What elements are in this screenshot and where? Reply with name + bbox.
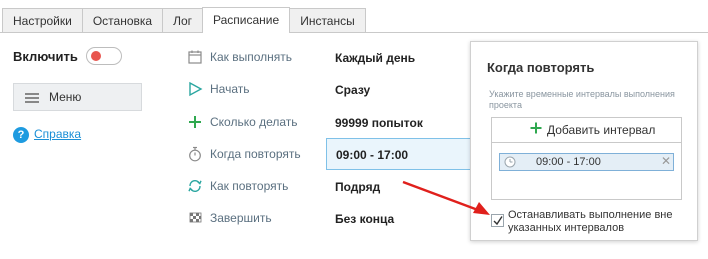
finish-flag-icon [189, 212, 202, 223]
value-finish[interactable]: Без конца [335, 212, 394, 226]
value-start[interactable]: Сразу [335, 83, 370, 97]
tab-schedule[interactable]: Расписание [202, 7, 291, 33]
interval-text: 09:00 - 17:00 [536, 156, 601, 168]
help-icon[interactable]: ? [13, 127, 29, 143]
toggle-knob [91, 51, 101, 61]
calendar-icon [188, 50, 202, 64]
add-interval-label: Добавить интервал [547, 123, 656, 137]
row-label: Сколько делать [210, 115, 298, 129]
popup-description: Укажите временные интервалы выполнения п… [489, 89, 675, 110]
plus-icon [189, 116, 201, 128]
stop-outside-checkbox[interactable] [491, 214, 504, 227]
enable-label: Включить [13, 49, 78, 64]
remove-interval-icon[interactable]: ✕ [661, 154, 671, 168]
stop-outside-label: Останавливать выполнение вне указанных и… [508, 209, 673, 234]
menu-label: Меню [49, 90, 82, 104]
row-label: Как выполнять [210, 50, 293, 64]
tab-stop[interactable]: Остановка [81, 8, 164, 32]
row-label: Как повторять [210, 179, 289, 193]
row-label: Когда повторять [210, 147, 301, 161]
tab-log[interactable]: Лог [162, 8, 204, 32]
value-when-repeat[interactable]: 09:00 - 17:00 [326, 138, 476, 170]
row-label: Начать [210, 82, 250, 96]
tab-instances[interactable]: Инстансы [289, 8, 366, 32]
enable-toggle[interactable] [86, 47, 122, 65]
play-icon [189, 81, 203, 97]
interval-chip[interactable]: 09:00 - 17:00 ✕ [499, 153, 674, 171]
menu-button[interactable]: Меню [13, 83, 142, 111]
value-when-repeat-text: 09:00 - 17:00 [336, 148, 409, 162]
tab-bar: Настройки Остановка Лог Расписание Инста… [0, 0, 708, 33]
clock-icon [504, 156, 516, 168]
tab-divider [0, 32, 708, 33]
row-label: Завершить [210, 211, 272, 225]
value-how-to-run[interactable]: Каждый день [335, 51, 415, 65]
value-how-many[interactable]: 99999 попыток [335, 116, 423, 130]
hamburger-icon [25, 93, 39, 103]
interval-list: Добавить интервал 09:00 - 17:00 ✕ [491, 117, 682, 200]
tab-settings[interactable]: Настройки [2, 8, 83, 32]
add-interval-button[interactable]: Добавить интервал [492, 118, 681, 143]
repeat-icon [188, 179, 202, 193]
help-link[interactable]: Справка [34, 127, 81, 141]
popup-title: Когда повторять [487, 60, 595, 75]
checkmark-icon [493, 216, 503, 226]
value-how-repeat[interactable]: Подряд [335, 180, 380, 194]
stopwatch-icon [189, 146, 201, 162]
plus-icon [530, 122, 542, 134]
repeat-popup: Когда повторять Укажите временные интерв… [470, 41, 698, 241]
